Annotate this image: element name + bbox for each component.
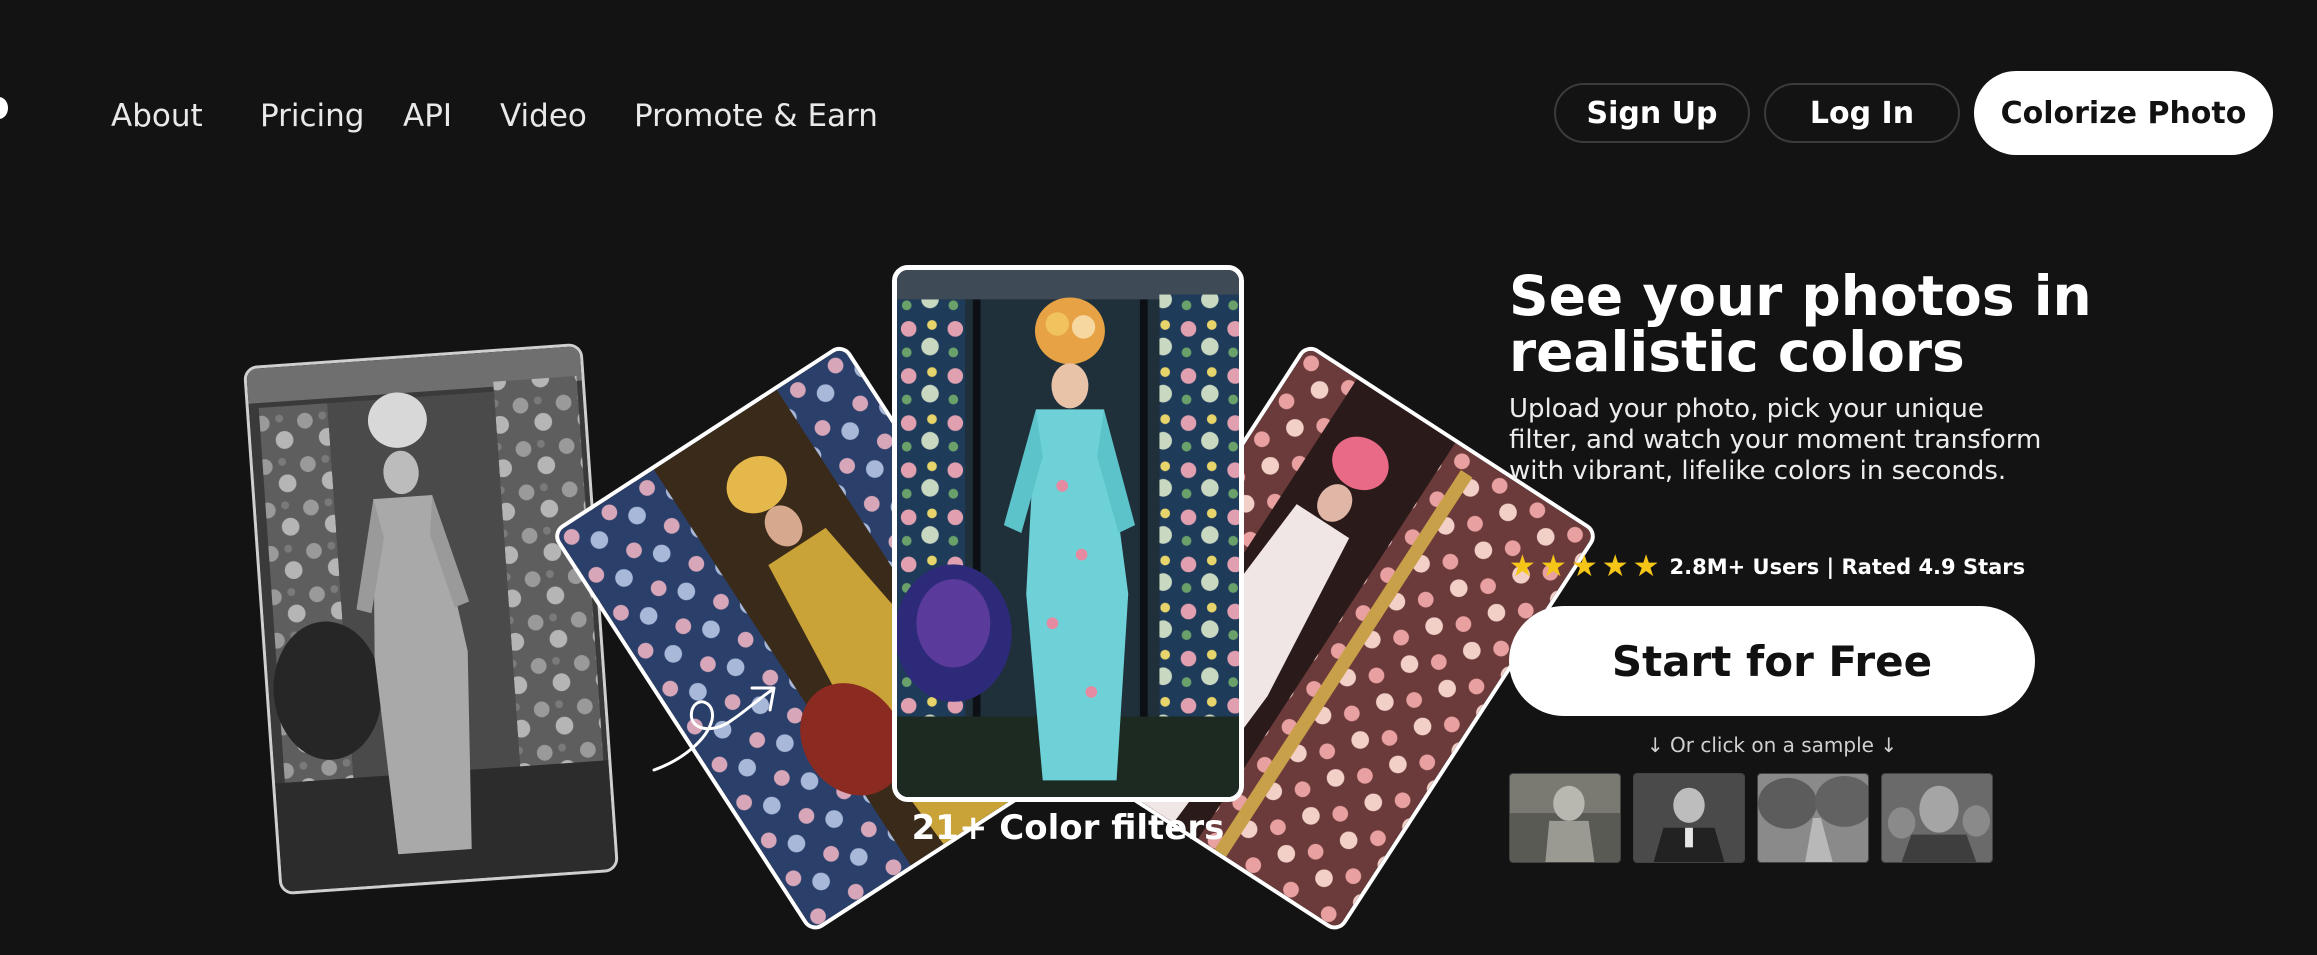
sample-photos	[1509, 773, 1993, 863]
star-icon: ★	[1632, 549, 1660, 584]
page: About Pricing API Video Promote & Earn S…	[0, 0, 2317, 955]
sample-photo-path[interactable]	[1757, 773, 1869, 863]
log-in-button[interactable]: Log In	[1764, 83, 1960, 143]
nav-pricing[interactable]: Pricing	[260, 96, 365, 136]
star-icon: ★	[1509, 549, 1536, 584]
original-bw-photo	[242, 342, 620, 896]
nav-about[interactable]: About	[111, 96, 203, 136]
hero-title: See your photos in realistic colors	[1509, 264, 2092, 384]
colorize-photo-button[interactable]: Colorize Photo	[1974, 71, 2273, 155]
star-icon: ★	[1601, 549, 1629, 584]
sample-photo-woman[interactable]	[1509, 773, 1621, 863]
nav-api[interactable]: API	[403, 96, 452, 136]
rating-text: 2.8M+ Users | Rated 4.9 Stars	[1669, 555, 2026, 579]
logo[interactable]	[0, 97, 8, 119]
sample-hint: ↓ Or click on a sample ↓	[1646, 733, 1898, 757]
sample-photo-man[interactable]	[1633, 773, 1745, 863]
nav-promote-earn[interactable]: Promote & Earn	[634, 96, 878, 136]
start-for-free-button[interactable]: Start for Free	[1509, 606, 2035, 716]
star-icon: ★	[1570, 549, 1598, 584]
hero-subtitle: Upload your photo, pick your unique filt…	[1509, 394, 2042, 486]
color-filters-label: 21+ Color filters	[911, 808, 1225, 848]
rating-row: ★ ★ ★ ★ ★ 2.8M+ Users | Rated 4.9 Stars	[1509, 551, 2025, 583]
star-icon: ★	[1539, 549, 1567, 584]
color-filter-photo-main[interactable]	[892, 265, 1244, 802]
sample-photo-mother[interactable]	[1881, 773, 1993, 863]
nav-video[interactable]: Video	[500, 96, 587, 136]
sign-up-button[interactable]: Sign Up	[1554, 83, 1750, 143]
curly-arrow-icon	[652, 686, 776, 772]
